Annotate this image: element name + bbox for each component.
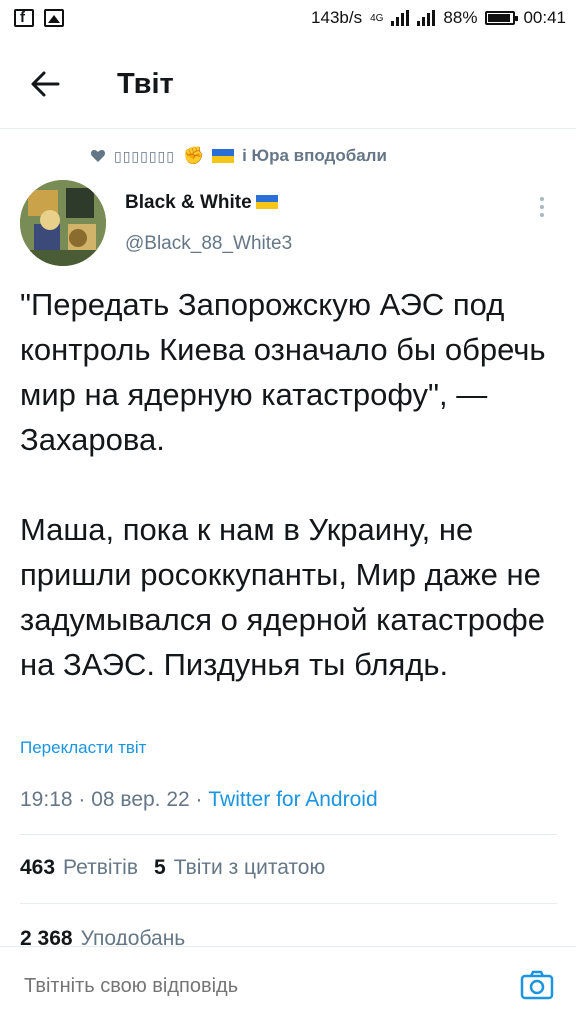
signal-2-icon — [417, 10, 436, 26]
clock: 00:41 — [523, 8, 566, 27]
network-type: 4G — [370, 12, 384, 24]
tweet-timestamp: 19:18 · 08 вер. 22 · — [20, 788, 203, 811]
reply-input[interactable] — [24, 975, 464, 998]
unrendered-name: ▯▯▯▯▯▯▯ — [114, 147, 175, 164]
likes-stat[interactable]: 2 368 Уподобань — [20, 927, 185, 945]
author-handle[interactable]: @Black_88_White3 — [125, 233, 292, 255]
tweet-stats: 463 Ретвітів 5 Твіти з цитатою — [20, 856, 325, 880]
author-name-text: Black & White — [125, 192, 252, 213]
page-title: Твіт — [117, 68, 174, 100]
ukraine-flag-icon — [212, 149, 235, 163]
tweet-client-link[interactable]: Twitter for Android — [208, 788, 377, 811]
tweet-text: "Передать Запорожскую АЭС под контроль К… — [20, 282, 560, 687]
fist-emoji-icon: ✊ — [182, 146, 205, 165]
signal-icon — [391, 10, 410, 26]
ukraine-flag-icon — [255, 195, 282, 211]
translate-tweet-link[interactable]: Перекласти твіт — [20, 738, 146, 758]
quotes-label: Твіти з цитатою — [173, 856, 326, 879]
reply-bar — [0, 946, 576, 1025]
quotes-stat[interactable]: 5 Твіти з цитатою — [154, 856, 325, 880]
avatar[interactable] — [20, 180, 106, 266]
retweets-label: Ретвітів — [63, 856, 138, 879]
quotes-count: 5 — [154, 856, 166, 879]
more-options-icon[interactable] — [536, 195, 548, 219]
battery-icon — [485, 11, 519, 25]
facebook-icon — [14, 9, 34, 27]
likes-label: Уподобань — [80, 927, 186, 945]
divider — [20, 903, 557, 904]
divider — [20, 834, 557, 835]
back-arrow-icon[interactable] — [26, 64, 66, 104]
image-notification-icon — [44, 9, 64, 27]
retweets-stat[interactable]: 463 Ретвітів — [20, 856, 138, 880]
retweets-count: 463 — [20, 856, 56, 879]
heart-icon — [90, 150, 106, 162]
camera-icon[interactable] — [520, 969, 554, 1001]
tweet-meta: 19:18 · 08 вер. 22 · Twitter for Android — [20, 788, 378, 812]
tweet-paragraph: "Передать Запорожскую АЭС под контроль К… — [20, 287, 546, 457]
network-speed: 143b/s — [311, 8, 363, 27]
header: Твіт — [0, 40, 576, 129]
status-bar: 143b/s 4G 88% 00:41 — [0, 0, 576, 40]
battery-percent: 88% — [443, 8, 478, 27]
author-name[interactable]: Black & White — [125, 192, 282, 214]
social-context-text: і Юра вподобали — [242, 146, 387, 165]
social-context[interactable]: ▯▯▯▯▯▯▯ ✊ і Юра вподобали — [90, 146, 387, 166]
likes-count: 2 368 — [20, 927, 73, 945]
tweet-paragraph: Маша, пока к нам в Украину, не пришли ро… — [20, 512, 545, 682]
